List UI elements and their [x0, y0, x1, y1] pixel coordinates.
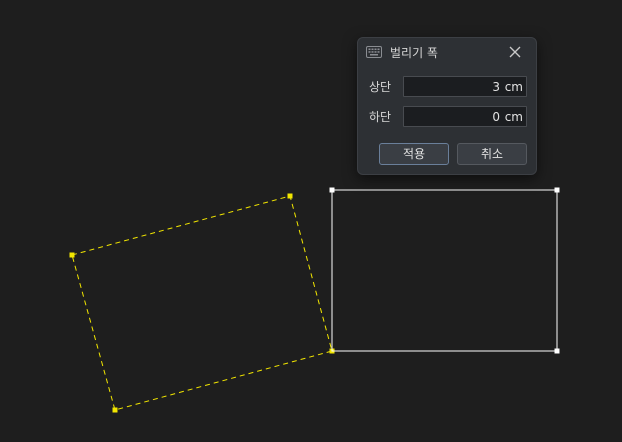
preview-handle-top-right[interactable]	[287, 193, 293, 199]
keyboard-icon	[366, 46, 382, 58]
top-width-unit: cm	[504, 80, 523, 94]
preview-handle-top-left[interactable]	[69, 252, 75, 258]
bottom-width-value: 0	[492, 110, 500, 124]
spread-width-dialog: 벌리기 폭 상단 3 cm 하단 0 cm 적용 취소	[357, 37, 537, 175]
selection-handle-top-right[interactable]	[554, 187, 560, 193]
top-label: 상단	[369, 80, 392, 94]
dialog-title: 벌리기 폭	[390, 46, 438, 60]
top-width-value: 3	[492, 80, 500, 94]
cancel-button[interactable]: 취소	[457, 143, 527, 165]
selection-handle-top-left[interactable]	[329, 187, 335, 193]
bottom-width-field[interactable]: 0 cm	[403, 106, 527, 127]
bottom-width-unit: cm	[504, 110, 523, 124]
selected-rectangle[interactable]	[331, 189, 558, 352]
top-width-field[interactable]: 3 cm	[403, 76, 527, 97]
selection-handle-bottom-right[interactable]	[554, 348, 560, 354]
dialog-header: 벌리기 폭	[358, 38, 536, 66]
rotated-preview-outline	[71, 195, 333, 411]
close-icon[interactable]	[506, 43, 524, 61]
apply-button[interactable]: 적용	[379, 143, 449, 165]
preview-handle-bottom-left[interactable]	[112, 407, 118, 413]
bottom-label: 하단	[369, 110, 392, 124]
